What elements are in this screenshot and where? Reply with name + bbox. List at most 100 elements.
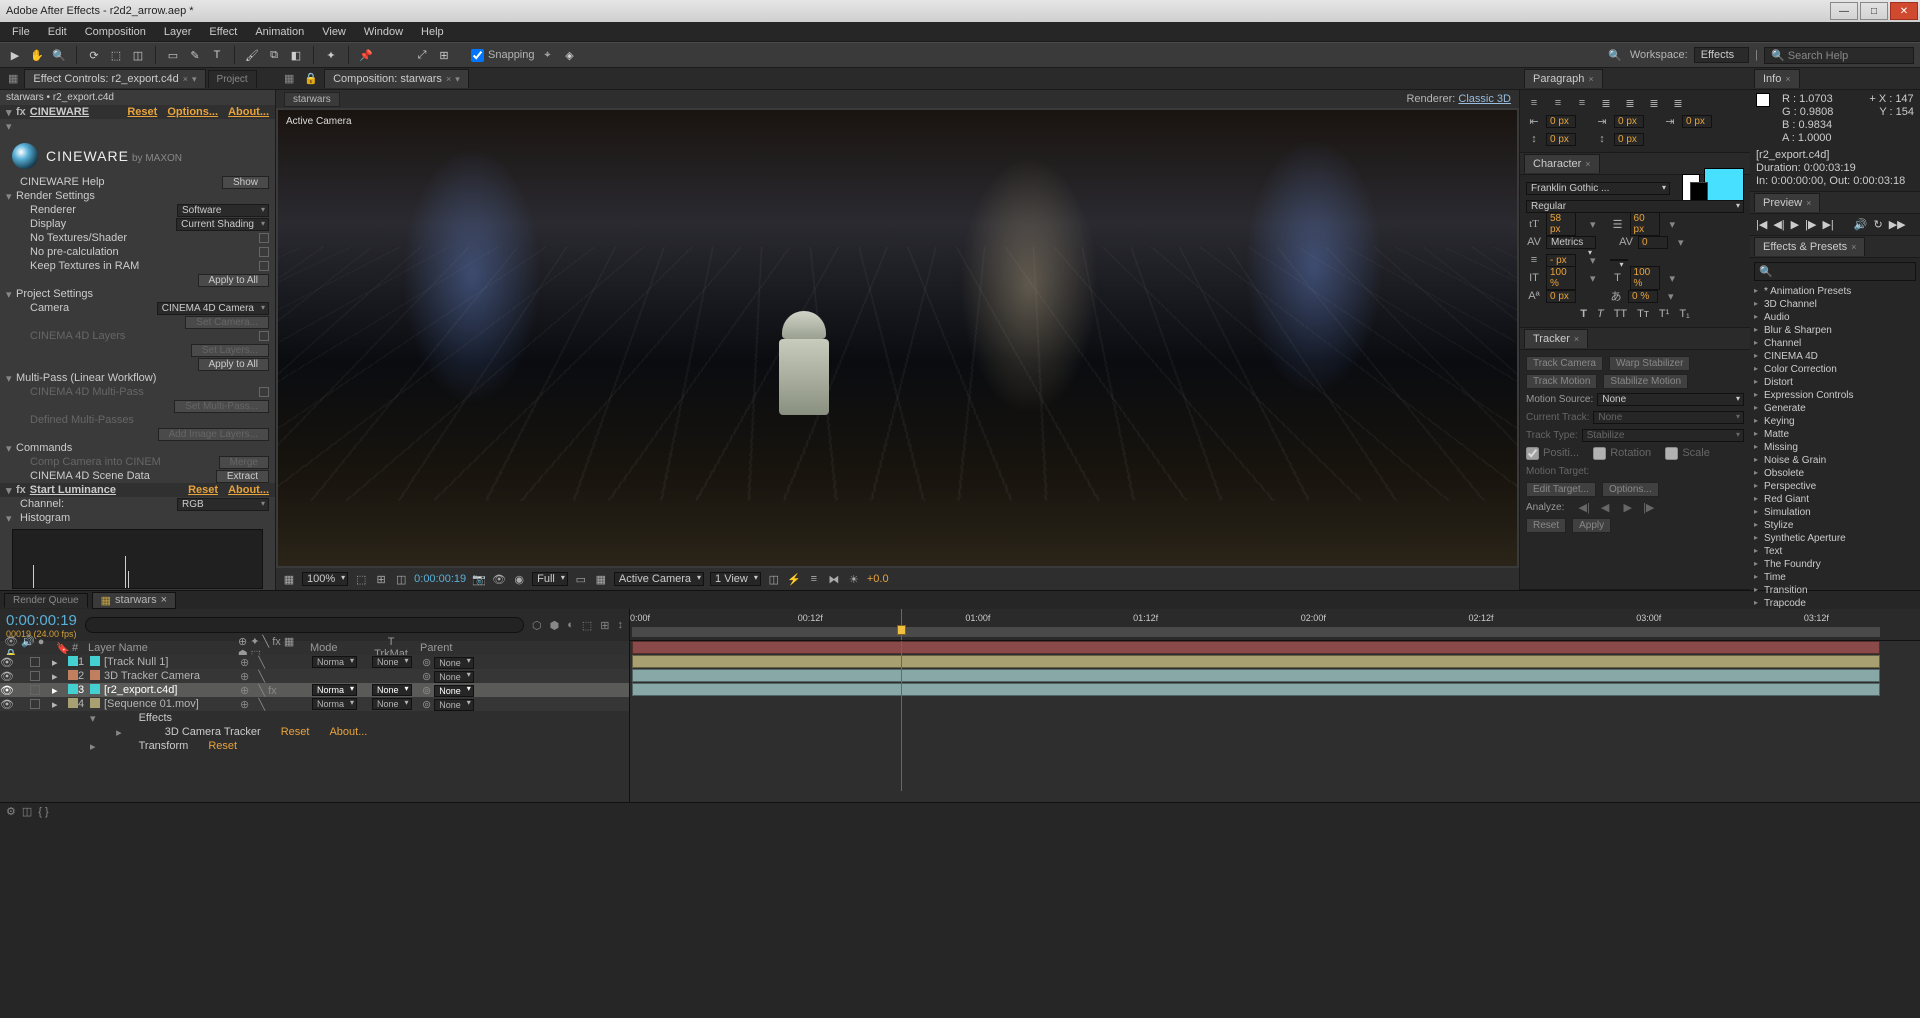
zoom-select[interactable]: 100% — [302, 572, 348, 586]
warp-stabilizer-button[interactable]: Warp Stabilizer — [1609, 356, 1690, 371]
window-close[interactable]: ✕ — [1890, 2, 1918, 20]
eraser-tool-icon[interactable]: ◧ — [287, 46, 305, 64]
align-left-icon[interactable]: ≡ — [1526, 95, 1542, 111]
menu-effect[interactable]: Effect — [201, 24, 245, 40]
cineware-reset[interactable]: Reset — [127, 106, 157, 118]
clone-tool-icon[interactable]: ⧉ — [265, 46, 283, 64]
current-time-indicator[interactable] — [901, 609, 902, 640]
cineware-header[interactable]: ▾fx CINEWARE Reset Options... About... — [0, 105, 275, 119]
roto-tool-icon[interactable]: ✦ — [322, 46, 340, 64]
renderer-select[interactable]: Software — [177, 204, 269, 217]
viewer-timecode[interactable]: 0:00:00:19 — [414, 573, 466, 585]
font-size-input[interactable]: 58 px — [1546, 212, 1576, 236]
lum-about[interactable]: About... — [228, 484, 269, 496]
smallcaps-icon[interactable]: Tᴛ — [1637, 308, 1649, 320]
toggle-modes-icon[interactable]: ◫ — [22, 805, 32, 818]
timeline-search-input[interactable] — [85, 617, 524, 633]
layer-transform-group[interactable]: Transform — [139, 740, 189, 752]
faux-bold-icon[interactable]: T — [1580, 308, 1587, 320]
guides-icon[interactable]: ◫ — [394, 572, 408, 586]
pan-behind-tool-icon[interactable]: ◫ — [129, 46, 147, 64]
tl-icon-5[interactable]: ⊞ — [600, 619, 609, 632]
cineware-about[interactable]: About... — [228, 106, 269, 118]
preset-category[interactable]: Perspective — [1750, 480, 1920, 493]
preset-category[interactable]: Channel — [1750, 337, 1920, 350]
layer-3d-camera-tracker[interactable]: 3D Camera Tracker — [165, 726, 261, 738]
preset-category[interactable]: Synthetic Aperture — [1750, 532, 1920, 545]
magnify-icon[interactable]: ▦ — [282, 572, 296, 586]
justify-all-icon[interactable]: ≣ — [1670, 95, 1686, 111]
zoom-tool-icon[interactable]: 🔍 — [50, 46, 68, 64]
justify-last-right-icon[interactable]: ≣ — [1646, 95, 1662, 111]
multipass-checkbox[interactable] — [259, 387, 269, 397]
preset-category[interactable]: Generate — [1750, 402, 1920, 415]
snapping-checkbox[interactable] — [471, 49, 484, 62]
renderer-value-link[interactable]: Classic 3D — [1458, 93, 1511, 105]
layer-row[interactable]: 👁 ▸ 4 [Sequence 01.mov] ⊕ ╲ Norma None ⊚… — [0, 697, 629, 711]
stroke-input[interactable]: - px — [1546, 254, 1576, 267]
tab-tracker[interactable]: Tracker× — [1524, 329, 1588, 348]
start-luminance-header[interactable]: ▾fx Start Luminance Reset About... — [0, 483, 275, 497]
hscale-input[interactable]: 100 % — [1630, 266, 1660, 290]
window-minimize[interactable]: — — [1830, 2, 1858, 20]
justify-last-left-icon[interactable]: ≣ — [1598, 95, 1614, 111]
view-camera-select[interactable]: Active Camera — [614, 572, 704, 586]
ram-preview-icon[interactable]: ▶▶ — [1889, 218, 1906, 231]
motion-source-select[interactable]: None — [1597, 393, 1744, 406]
menu-composition[interactable]: Composition — [77, 24, 154, 40]
panel-grip-icon[interactable]: ▦ — [280, 72, 298, 85]
composition-viewer[interactable]: Active Camera — [278, 110, 1517, 566]
snap-opt2-icon[interactable]: ◈ — [561, 46, 579, 64]
apply-all-button-2[interactable]: Apply to All — [198, 358, 269, 371]
add-image-layers-button[interactable]: Add Image Layers... — [158, 428, 270, 441]
brackets-icon[interactable]: { } — [38, 806, 48, 818]
hand-tool-icon[interactable]: ✋ — [28, 46, 46, 64]
tab-render-queue[interactable]: Render Queue — [4, 593, 88, 608]
set-layers-button[interactable]: Set Layers... — [191, 344, 269, 357]
vscale-input[interactable]: 100 % — [1546, 266, 1576, 290]
align-right-icon[interactable]: ≡ — [1574, 95, 1590, 111]
camera-tool-icon[interactable]: ⬚ — [107, 46, 125, 64]
window-maximize[interactable]: □ — [1860, 2, 1888, 20]
timeline-ruler[interactable]: 0:00f00:12f01:00f01:12f02:00f02:12f03:00… — [630, 609, 1920, 641]
flowchart-icon[interactable]: ⧓ — [827, 572, 841, 586]
effects-search-input[interactable]: 🔍 — [1754, 262, 1916, 281]
preset-category[interactable]: The Foundry — [1750, 558, 1920, 571]
comp-nav-tab[interactable]: starwars — [284, 92, 340, 107]
rotate-tool-icon[interactable]: ⟳ — [85, 46, 103, 64]
preset-category[interactable]: Keying — [1750, 415, 1920, 428]
effect-about-link[interactable]: About... — [329, 726, 367, 738]
tab-character[interactable]: Character× — [1524, 154, 1600, 173]
c4dlayers-checkbox[interactable] — [259, 331, 269, 341]
grid-icon[interactable]: ⊞ — [374, 572, 388, 586]
indent-right-input[interactable]: 0 px — [1682, 115, 1712, 128]
snap-opt-icon[interactable]: ⌖ — [539, 46, 557, 64]
camera-select[interactable]: CINEMA 4D Camera — [157, 302, 269, 315]
tab-effects-presets[interactable]: Effects & Presets× — [1754, 237, 1865, 256]
superscript-icon[interactable]: T¹ — [1659, 308, 1669, 320]
preset-category[interactable]: Audio — [1750, 311, 1920, 324]
tab-paragraph[interactable]: Paragraph× — [1524, 69, 1603, 88]
menu-window[interactable]: Window — [356, 24, 411, 40]
preset-category[interactable]: Noise & Grain — [1750, 454, 1920, 467]
baseline-input[interactable]: 0 px — [1546, 290, 1576, 303]
snapshot-icon[interactable]: 📷 — [472, 572, 486, 586]
search-icon[interactable]: 🔍 — [1606, 46, 1624, 64]
nopre-checkbox[interactable] — [259, 247, 269, 257]
transform-reset-link[interactable]: Reset — [208, 740, 237, 752]
preset-category[interactable]: Simulation — [1750, 506, 1920, 519]
menu-animation[interactable]: Animation — [247, 24, 312, 40]
preset-category[interactable]: Time — [1750, 571, 1920, 584]
preset-category[interactable]: Obsolete — [1750, 467, 1920, 480]
selection-tool-icon[interactable]: ▶ — [6, 46, 24, 64]
tl-icon-3[interactable]: ◐ — [567, 619, 574, 631]
text-tool-icon[interactable]: T — [208, 46, 226, 64]
cineware-options[interactable]: Options... — [167, 106, 218, 118]
tl-icon-6[interactable]: ↕ — [618, 619, 624, 631]
brush-tool-icon[interactable]: 🖌 — [243, 46, 261, 64]
preset-category[interactable]: * Animation Presets — [1750, 285, 1920, 298]
resolution-select[interactable]: Full — [532, 572, 568, 586]
preset-category[interactable]: Transition — [1750, 584, 1920, 597]
allcaps-icon[interactable]: TT — [1614, 308, 1627, 320]
channel-select[interactable]: RGB — [177, 498, 269, 511]
